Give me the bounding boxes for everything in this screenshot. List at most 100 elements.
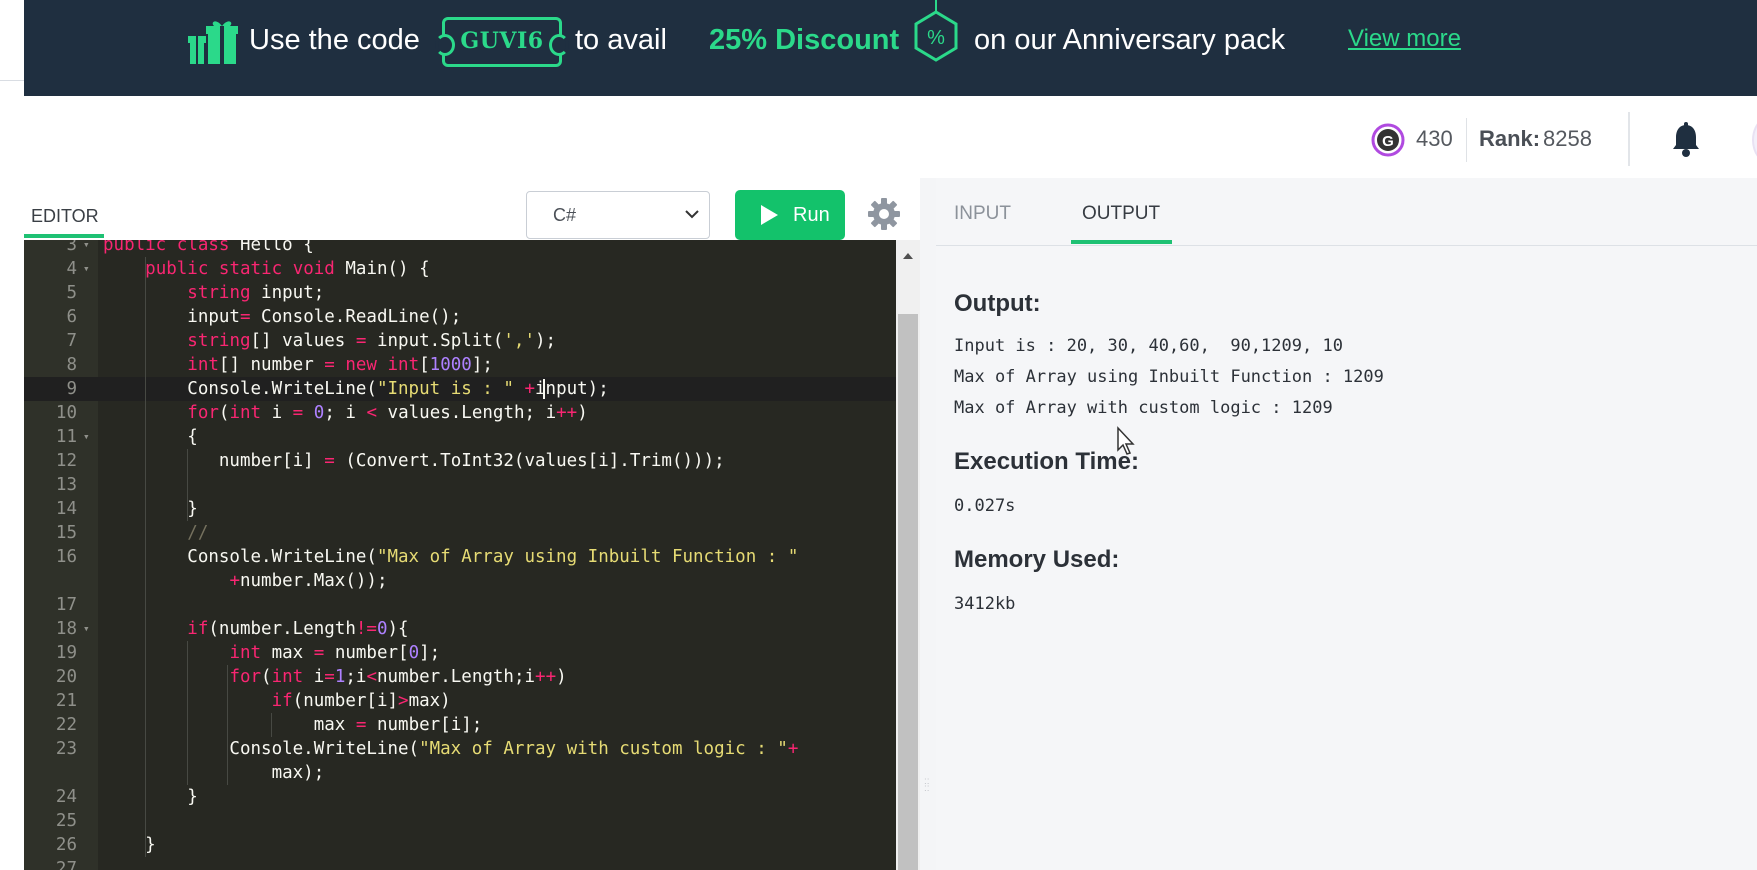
tab-editor-label: EDITOR [31,206,99,226]
text-cursor [543,379,545,399]
line-number: 5 [66,283,77,303]
indent-guide [145,257,146,857]
code-line[interactable]: 27 [24,857,896,870]
code-line[interactable]: 18 ▾ if(number.Length!=0){ [24,617,896,641]
code-line[interactable]: 16 Console.WriteLine("Max of Array using… [24,545,896,569]
language-select[interactable]: C# [526,191,710,239]
output-heading: Output: [954,290,1041,317]
promo-banner: Use the code GUVI6 to avail 25% Discount… [24,0,1757,96]
code-text: number[i] = (Convert.ToInt32(values[i].T… [103,451,725,471]
code-line[interactable]: 12 number[i] = (Convert.ToInt32(values[i… [24,449,896,473]
output-line: Input is : 20, 30, 40,60, 90,1209, 10 [954,336,1343,356]
tab-output[interactable]: OUTPUT [1082,203,1160,225]
line-number: 23 [55,739,77,759]
guvi-coin-icon: G [1371,123,1405,157]
line-number: 3 [66,240,77,255]
code-editor[interactable]: 3 ▾ public class Hello { 4 ▾ public static v… [24,240,896,870]
line-number: 25 [55,811,77,831]
code-line[interactable]: 15 // [24,521,896,545]
top-header: G 430 Rank: 8258 [24,96,1757,178]
line-number: 14 [55,499,77,519]
code-line[interactable]: 24 } [24,785,896,809]
code-line[interactable]: 10 for(int i = 0; i < values.Length; i++… [24,401,896,425]
code-text: int[] number = new int[1000]; [187,355,493,375]
line-number: 8 [66,355,77,375]
line-number: 10 [55,403,77,423]
promo-code-ticket: GUVI6 [435,17,569,67]
line-number: 17 [55,595,77,615]
execution-time-heading: Execution Time: [954,448,1139,475]
output-pane: INPUT OUTPUT Output: Input is : 20, 30, … [936,178,1757,870]
promo-code: GUVI6 [460,28,544,54]
rank-value: 8258 [1543,126,1592,151]
code-line[interactable]: 7 string[] values = input.Split(','); [24,329,896,353]
code-text: max = number[i]; [103,715,483,735]
play-icon [761,205,778,225]
code-line[interactable]: 5 string input; [24,281,896,305]
code-text: if(number.Length!=0){ [187,619,409,639]
code-line[interactable]: 9 Console.WriteLine("Input is : " +input… [24,377,896,401]
left-gutter [0,0,24,870]
code-line[interactable]: max); [24,761,896,785]
gift-icon [188,21,238,64]
line-number: 11 [55,427,77,447]
code-text: // [187,523,209,543]
code-text: Console.WriteLine("Max of Array with cus… [103,739,799,759]
language-value: C# [553,205,577,225]
run-button[interactable]: Run [735,190,845,240]
code-line[interactable]: 19 int max = number[0]; [24,641,896,665]
code-text: string input; [187,283,325,303]
scrollbar-thumb[interactable] [898,314,918,870]
code-line[interactable]: +number.Max()); [24,569,896,593]
line-number: 7 [66,331,77,351]
tab-input[interactable]: INPUT [954,203,1011,225]
indent-guide [271,713,272,737]
rank-label: Rank: [1479,126,1541,151]
line-number: 6 [66,307,77,327]
gear-icon[interactable] [867,197,901,231]
code-text: public class Hello { [103,240,314,255]
line-number: 13 [55,475,77,495]
fold-arrow-icon[interactable]: ▾ [83,617,93,641]
io-tabs: INPUT OUTPUT [936,178,1757,246]
code-line[interactable]: 26 } [24,833,896,857]
output-line: Max of Array using Inbuilt Function : 12… [954,367,1384,387]
editor-scrollbar[interactable] [896,240,920,870]
code-line[interactable]: 3 ▾ public class Hello { [24,240,896,257]
indent-guide [227,665,228,785]
code-line[interactable]: 17 [24,593,896,617]
code-line[interactable]: 11 ▾ { [24,425,896,449]
code-line[interactable]: 22 max = number[i]; [24,713,896,737]
avatar[interactable] [1752,110,1757,170]
line-number: 21 [55,691,77,711]
pane-resize-handle[interactable]: :::: [920,178,936,870]
line-number: 27 [55,859,77,870]
code-line[interactable]: 23 Console.WriteLine("Max of Array with … [24,737,896,761]
code-line[interactable]: 21 if(number[i]>max) [24,689,896,713]
scroll-up-arrow-icon[interactable] [902,252,914,260]
line-number: 24 [55,787,77,807]
tab-editor[interactable]: EDITOR [24,178,104,240]
code-text: Console.WriteLine("Max of Array using In… [103,547,799,567]
code-line[interactable]: 14 } [24,497,896,521]
active-tab-indicator [1071,240,1172,244]
fold-arrow-icon[interactable]: ▾ [83,240,93,257]
bell-icon[interactable] [1670,122,1702,158]
code-line[interactable]: 13 [24,473,896,497]
code-line[interactable]: 20 for(int i=1;i<number.Length;i++) [24,665,896,689]
code-line[interactable]: 8 int[] number = new int[1000]; [24,353,896,377]
code-line[interactable]: 4 ▾ public static void Main() { [24,257,896,281]
view-more-link[interactable]: View more [1348,25,1461,53]
code-line[interactable]: 6 input= Console.ReadLine(); [24,305,896,329]
fold-arrow-icon[interactable]: ▾ [83,425,93,449]
code-line[interactable]: 25 [24,809,896,833]
fold-arrow-icon[interactable]: ▾ [83,257,93,281]
code-text: public static void Main() { [145,259,430,279]
editor-toolbar: EDITOR C# Run [24,178,920,240]
code-text: for(int i=1;i<number.Length;i++) [229,667,567,687]
line-number: 20 [55,667,77,687]
code-text: for(int i = 0; i < values.Length; i++) [187,403,588,423]
promo-discount: 25% Discount [709,24,900,56]
line-number: 16 [55,547,77,567]
output-line: Max of Array with custom logic : 1209 [954,398,1333,418]
